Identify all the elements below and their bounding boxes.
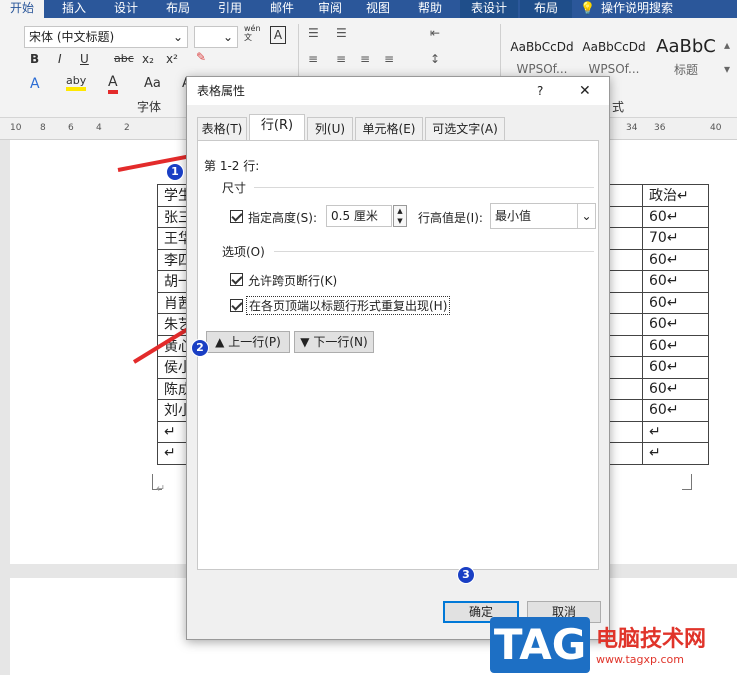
chevron-down-icon: ⌄ [577, 204, 595, 228]
group-divider [254, 187, 594, 188]
caret-up-icon: ▲ [215, 335, 225, 349]
close-icon[interactable]: ✕ [579, 77, 591, 105]
next-row-button[interactable]: ▼ 下一行(N) [294, 331, 374, 353]
dialog-title: 表格属性 [197, 84, 246, 98]
caret-down-icon: ▼ [300, 335, 310, 349]
repeat-header-checkbox[interactable] [230, 299, 243, 312]
specify-height-checkbox[interactable] [230, 210, 243, 223]
rows-label: 第 1-2 行: [204, 159, 260, 173]
tab-row[interactable]: 行(R) [249, 114, 305, 141]
step-badge-1: 1 [166, 163, 184, 181]
watermark-logo: TAG [490, 617, 590, 673]
repeat-header-label: 在各页顶端以标题行形式重复出现(H) [246, 296, 451, 315]
group-divider [274, 251, 594, 252]
tab-alt-text[interactable]: 可选文字(A) [425, 117, 505, 141]
allow-break-checkbox[interactable] [230, 273, 243, 286]
previous-row-button[interactable]: ▲ 上一行(P) [206, 331, 290, 353]
height-rule-label: 行高值是(I): [418, 211, 483, 225]
watermark-site-name: 电脑技术网 [596, 627, 707, 652]
tab-cell[interactable]: 单元格(E) [355, 117, 423, 141]
tab-table[interactable]: 表格(T) [197, 117, 247, 141]
watermark-url: www.tagxp.com [596, 653, 684, 666]
table-properties-dialog: 表格属性 ? ✕ 表格(T) 行(R) 列(U) 单元格(E) 可选文字(A) … [186, 76, 610, 640]
options-group-label: 选项(O) [222, 245, 265, 259]
height-input[interactable]: 0.5 厘米 [326, 205, 392, 227]
height-rule-dropdown[interactable]: 最小值 ⌄ [490, 203, 596, 229]
height-spinner[interactable]: ▲ ▼ [393, 205, 407, 227]
help-icon[interactable]: ? [537, 77, 543, 105]
dialog-titlebar: 表格属性 ? ✕ [187, 77, 609, 105]
specify-height-label: 指定高度(S): [248, 211, 318, 225]
tab-column[interactable]: 列(U) [307, 117, 353, 141]
watermark: TAG 电脑技术网 www.tagxp.com [490, 615, 737, 675]
step-badge-2: 2 [191, 339, 209, 357]
row-tab-panel: 第 1-2 行: 尺寸 指定高度(S): 0.5 厘米 ▲ ▼ 行高值是(I): … [197, 140, 599, 570]
size-group-label: 尺寸 [222, 181, 247, 195]
allow-break-label: 允许跨页断行(K) [248, 274, 338, 288]
step-badge-3: 3 [457, 566, 475, 584]
